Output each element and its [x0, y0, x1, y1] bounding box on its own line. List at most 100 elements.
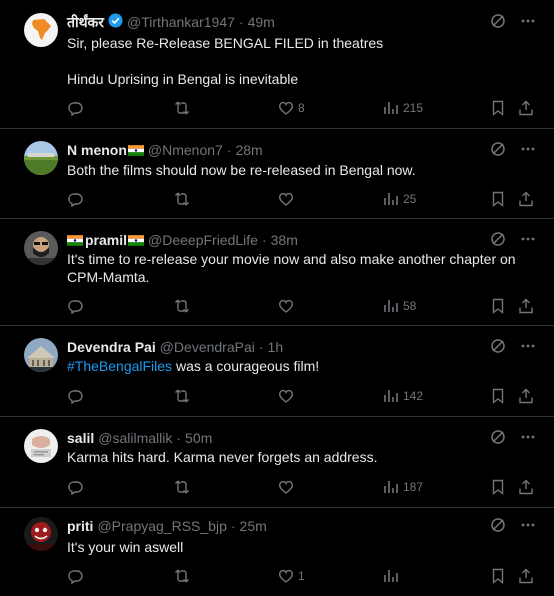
retweet-icon [175, 569, 189, 583]
like-button[interactable]: 1 [278, 567, 305, 585]
more-icon[interactable] [520, 338, 536, 357]
separator-dot: · [226, 142, 232, 158]
timestamp[interactable]: 1h [268, 338, 284, 356]
heart-icon [278, 192, 294, 206]
tweet[interactable]: priti @Prapyag_RSS_bjp · 25m It's your w… [0, 508, 554, 596]
like-button[interactable] [278, 297, 294, 315]
timestamp[interactable]: 49m [248, 13, 275, 31]
tweet-line [67, 52, 534, 70]
display-name[interactable]: तीर्थंकर [67, 13, 104, 31]
like-button[interactable] [278, 190, 294, 208]
bookmark-button[interactable] [490, 190, 506, 208]
share-button[interactable] [518, 478, 534, 496]
display-name[interactable]: pramil [85, 231, 127, 249]
tweet-actions: 8 215 [0, 99, 554, 117]
reply-button[interactable] [67, 190, 83, 208]
bookmark-button[interactable] [490, 387, 506, 405]
share-button[interactable] [518, 190, 534, 208]
reply-button[interactable] [67, 478, 83, 496]
avatar[interactable] [24, 13, 58, 47]
like-button[interactable]: 8 [278, 99, 305, 117]
bookmark-icon [492, 568, 504, 584]
tweet-line: Hindu Uprising in Bengal is inevitable [67, 71, 299, 87]
tweet-text: #TheBengalFiles was a courageous film! [67, 357, 534, 375]
bookmark-icon [492, 298, 504, 314]
grok-icon[interactable] [490, 141, 506, 160]
more-icon[interactable] [520, 13, 536, 32]
tweet[interactable]: salil @salilmallik · 50m Karma hits hard… [0, 417, 554, 508]
tweet-top-icons [490, 141, 536, 159]
handle[interactable]: @DevendraPai [160, 338, 255, 356]
retweet-button[interactable] [174, 190, 190, 208]
views-button[interactable]: 215 [383, 99, 423, 117]
bookmark-button[interactable] [490, 567, 506, 585]
more-icon[interactable] [520, 517, 536, 536]
views-button[interactable] [383, 567, 399, 585]
bookmark-icon [492, 191, 504, 207]
display-name[interactable]: Devendra Pai [67, 338, 156, 356]
handle[interactable]: @Tirthankar1947 [127, 13, 235, 31]
tweet-text: Both the films should now be re-released… [67, 161, 534, 179]
reply-button[interactable] [67, 567, 83, 585]
reply-button[interactable] [67, 387, 83, 405]
handle[interactable]: @salilmallik [98, 429, 172, 447]
handle[interactable]: @DeeepFriedLife [148, 231, 258, 249]
more-icon[interactable] [520, 231, 536, 250]
grok-icon[interactable] [490, 429, 506, 448]
separator-dot: · [258, 339, 264, 355]
timestamp[interactable]: 38m [271, 231, 298, 249]
tweet-top-icons [490, 429, 536, 447]
more-icon[interactable] [520, 429, 536, 448]
reply-button[interactable] [67, 297, 83, 315]
like-button[interactable] [278, 387, 294, 405]
hashtag-link[interactable]: #TheBengalFiles [67, 358, 172, 374]
views-button[interactable]: 187 [383, 478, 423, 496]
like-button[interactable] [278, 478, 294, 496]
share-button[interactable] [518, 99, 534, 117]
avatar[interactable] [24, 338, 58, 372]
share-button[interactable] [518, 567, 534, 585]
retweet-button[interactable] [174, 567, 190, 585]
avatar[interactable] [24, 231, 58, 265]
tweet-header: salil @salilmallik · 50m [67, 429, 212, 447]
views-button[interactable]: 142 [383, 387, 423, 405]
share-button[interactable] [518, 387, 534, 405]
bookmark-button[interactable] [490, 297, 506, 315]
share-icon [519, 191, 533, 207]
tweet-top-icons [490, 13, 536, 31]
views-button[interactable]: 25 [383, 190, 416, 208]
share-button[interactable] [518, 297, 534, 315]
grok-icon[interactable] [490, 231, 506, 250]
avatar[interactable] [24, 517, 58, 551]
views-button[interactable]: 58 [383, 297, 416, 315]
handle[interactable]: @Prapyag_RSS_bjp [97, 517, 226, 535]
tweet[interactable]: Devendra Pai @DevendraPai · 1h #TheBenga… [0, 326, 554, 417]
grok-icon[interactable] [490, 338, 506, 357]
more-icon[interactable] [520, 141, 536, 160]
tweet[interactable]: N menon @Nmenon7 · 28m Both the films sh… [0, 129, 554, 219]
tweet-actions: 187 [0, 478, 554, 496]
retweet-button[interactable] [174, 297, 190, 315]
grok-icon[interactable] [490, 517, 506, 536]
tweet-header: priti @Prapyag_RSS_bjp · 25m [67, 517, 267, 535]
timestamp[interactable]: 28m [235, 141, 262, 159]
grok-icon[interactable] [490, 13, 506, 32]
timestamp[interactable]: 50m [185, 429, 212, 447]
retweet-button[interactable] [174, 387, 190, 405]
tweet[interactable]: pramil @DeeepFriedLife · 38m It's time t… [0, 219, 554, 326]
bookmark-button[interactable] [490, 478, 506, 496]
tweet-top-icons [490, 517, 536, 535]
display-name[interactable]: salil [67, 429, 94, 447]
reply-button[interactable] [67, 99, 83, 117]
avatar[interactable] [24, 141, 58, 175]
tweet[interactable]: तीर्थंकर @Tirthankar1947 · 49m Sir, plea… [0, 0, 554, 129]
timestamp[interactable]: 25m [240, 517, 267, 535]
avatar[interactable] [24, 429, 58, 463]
display-name[interactable]: N menon [67, 141, 127, 159]
display-name[interactable]: priti [67, 517, 93, 535]
retweet-button[interactable] [174, 478, 190, 496]
tweet-line: Karma hits hard. Karma never forgets an … [67, 449, 378, 465]
retweet-button[interactable] [174, 99, 190, 117]
handle[interactable]: @Nmenon7 [148, 141, 223, 159]
bookmark-button[interactable] [490, 99, 506, 117]
